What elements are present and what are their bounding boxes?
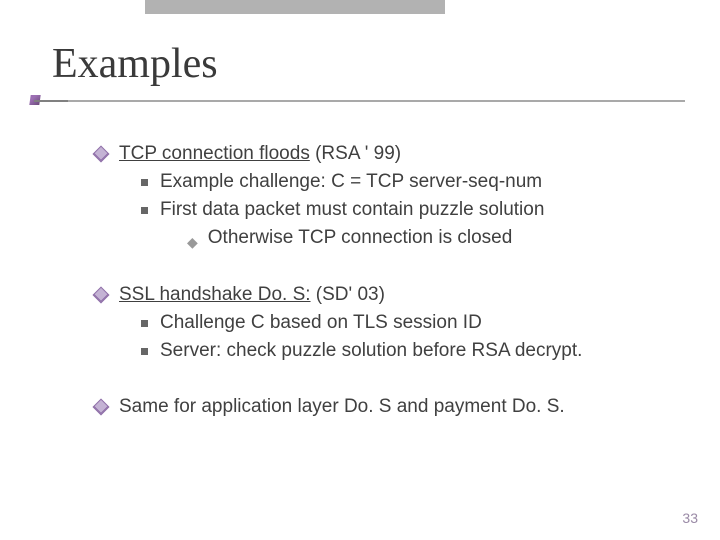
square-bullet-icon (141, 348, 148, 355)
bullet-group-2: SSL handshake Do. S: (SD' 03) Challenge … (95, 281, 690, 365)
bullet-group-1: TCP connection floods (RSA ' 99) Example… (95, 140, 690, 253)
bullet-1-sub2-text: First data packet must contain puzzle so… (160, 196, 544, 224)
title-underline-left (34, 100, 68, 102)
top-decorative-bar (145, 0, 445, 14)
bullet-2-sub1: Challenge C based on TLS session ID (141, 309, 690, 337)
bullet-1: TCP connection floods (RSA ' 99) (95, 140, 690, 168)
title-underline-right (68, 100, 685, 102)
bullet-1-sub2a-text: Otherwise TCP connection is closed (208, 224, 513, 252)
bullet-1-sub2a: ◆ Otherwise TCP connection is closed (187, 224, 690, 253)
page-number: 33 (682, 510, 698, 526)
bullet-2-sub1-text: Challenge C based on TLS session ID (160, 309, 482, 337)
bullet-1-sub2: First data packet must contain puzzle so… (141, 196, 690, 224)
bullet-1-sub1: Example challenge: C = TCP server-seq-nu… (141, 168, 690, 196)
slide-title: Examples (52, 40, 218, 88)
bullet-2-title-underlined: SSL handshake Do. S: (119, 284, 311, 305)
bullet-2-sub2: Server: check puzzle solution before RSA… (141, 337, 690, 365)
diamond-bullet-icon (93, 146, 110, 163)
bullet-2-text: SSL handshake Do. S: (SD' 03) (119, 281, 385, 309)
square-bullet-icon (141, 207, 148, 214)
bullet-1-text: TCP connection floods (RSA ' 99) (119, 140, 401, 168)
triangle-bullet-icon: ◆ (187, 232, 198, 253)
square-bullet-icon (141, 179, 148, 186)
bullet-2-sub2-text: Server: check puzzle solution before RSA… (160, 337, 582, 365)
bullet-2-title-rest: (SD' 03) (311, 284, 385, 305)
bullet-3-text: Same for application layer Do. S and pay… (119, 393, 565, 421)
square-bullet-icon (141, 320, 148, 327)
bullet-1-title-rest: (RSA ' 99) (310, 143, 401, 164)
bullet-3: Same for application layer Do. S and pay… (95, 393, 690, 421)
bullet-1-sub1-text: Example challenge: C = TCP server-seq-nu… (160, 168, 542, 196)
bullet-2: SSL handshake Do. S: (SD' 03) (95, 281, 690, 309)
slide-body: TCP connection floods (RSA ' 99) Example… (95, 140, 690, 449)
bullet-1-title-underlined: TCP connection floods (119, 143, 310, 164)
diamond-bullet-icon (93, 399, 110, 416)
diamond-bullet-icon (93, 287, 110, 304)
bullet-group-3: Same for application layer Do. S and pay… (95, 393, 690, 421)
